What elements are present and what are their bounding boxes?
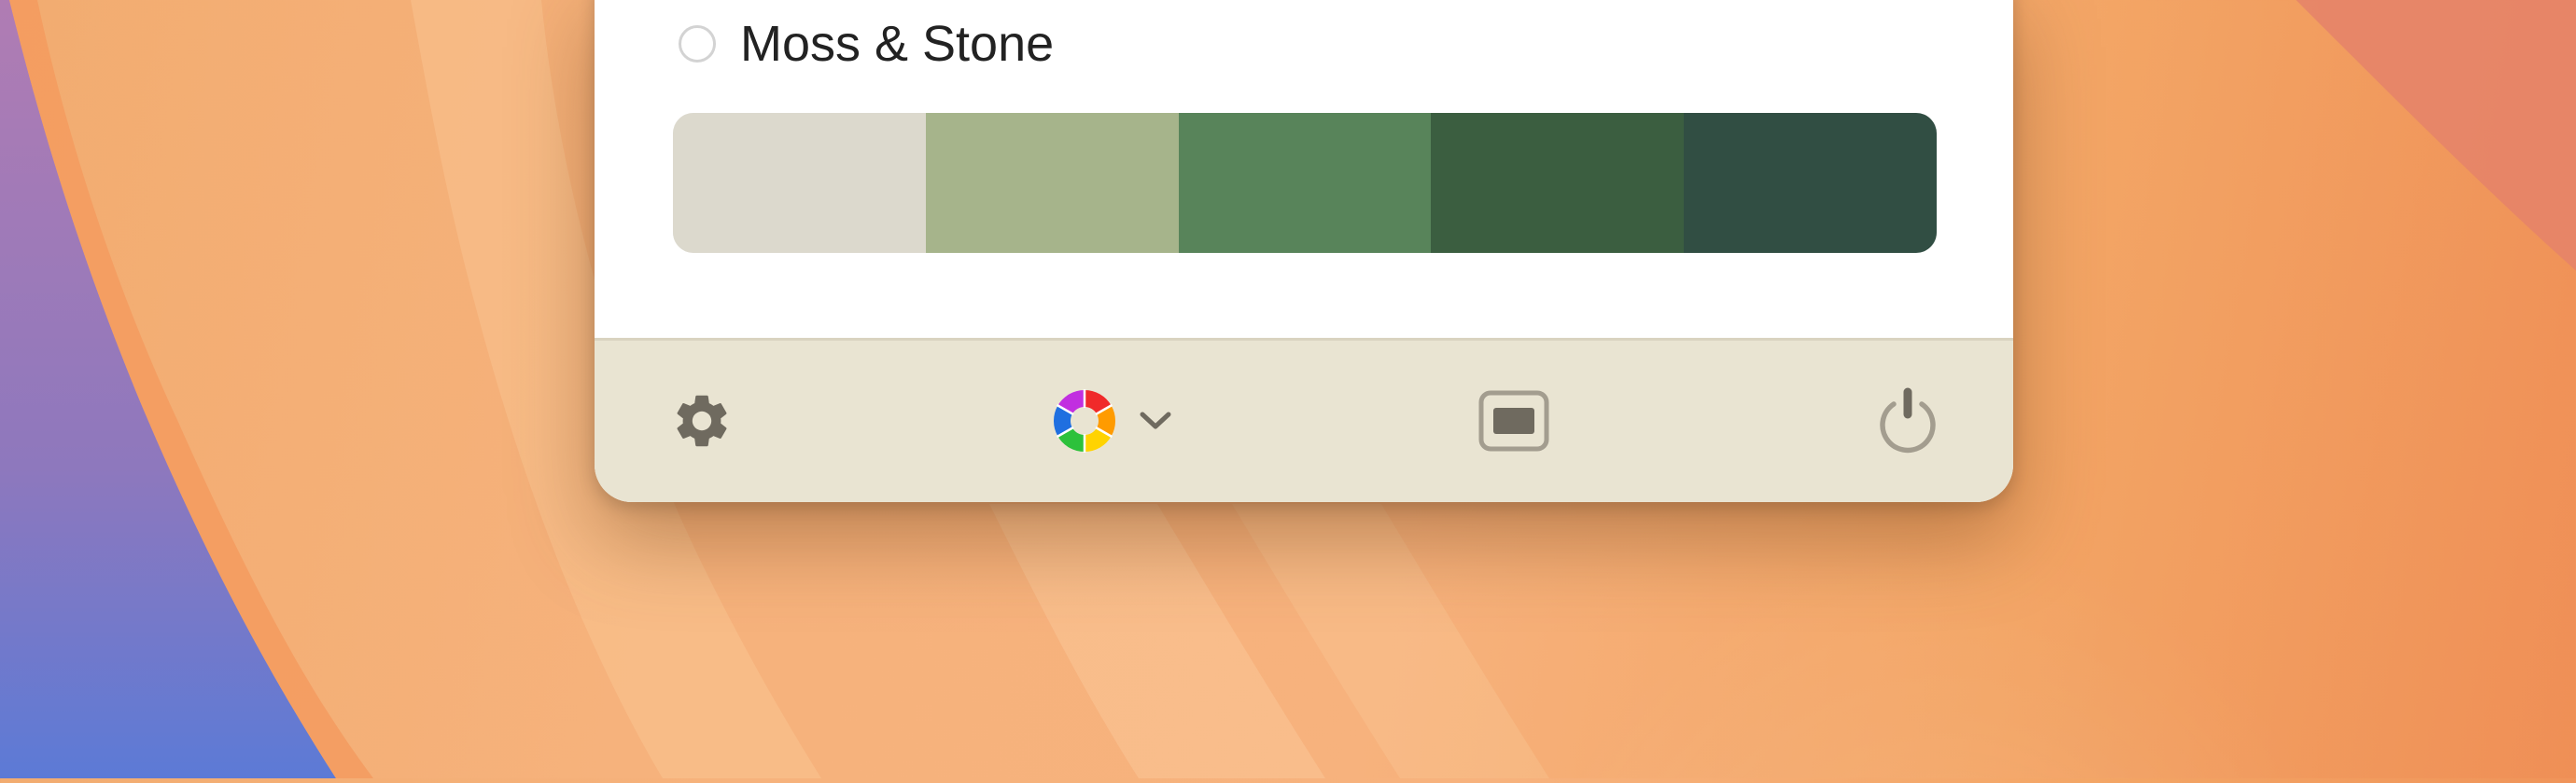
wallpaper-purple-wave <box>0 0 392 778</box>
window-mode-button[interactable] <box>1463 341 1565 502</box>
palette-swatch-strip[interactable] <box>673 113 1937 253</box>
swatch-2 <box>925 113 1179 253</box>
popover-footer-toolbar <box>595 338 2013 502</box>
wallpaper-corner-fold <box>2259 0 2576 778</box>
palette-radio-button[interactable] <box>679 25 716 63</box>
gear-icon <box>670 389 734 457</box>
chevron-down-icon <box>1138 410 1173 437</box>
wallpaper-lower-highlight <box>989 504 1643 778</box>
power-icon <box>1875 387 1940 459</box>
swatch-3 <box>1178 113 1432 253</box>
palette-popover: Moss & Stone <box>595 0 2013 502</box>
settings-button[interactable] <box>651 341 753 502</box>
palette-picker-button[interactable] <box>1029 341 1197 502</box>
swatch-5 <box>1684 113 1937 253</box>
power-button[interactable] <box>1856 341 1959 502</box>
window-icon <box>1478 390 1549 456</box>
palette-option[interactable]: Moss & Stone <box>679 13 1054 75</box>
swatch-4 <box>1431 113 1685 253</box>
palette-name: Moss & Stone <box>740 16 1055 72</box>
swatch-1 <box>673 113 926 253</box>
color-wheel-icon <box>1052 388 1117 458</box>
